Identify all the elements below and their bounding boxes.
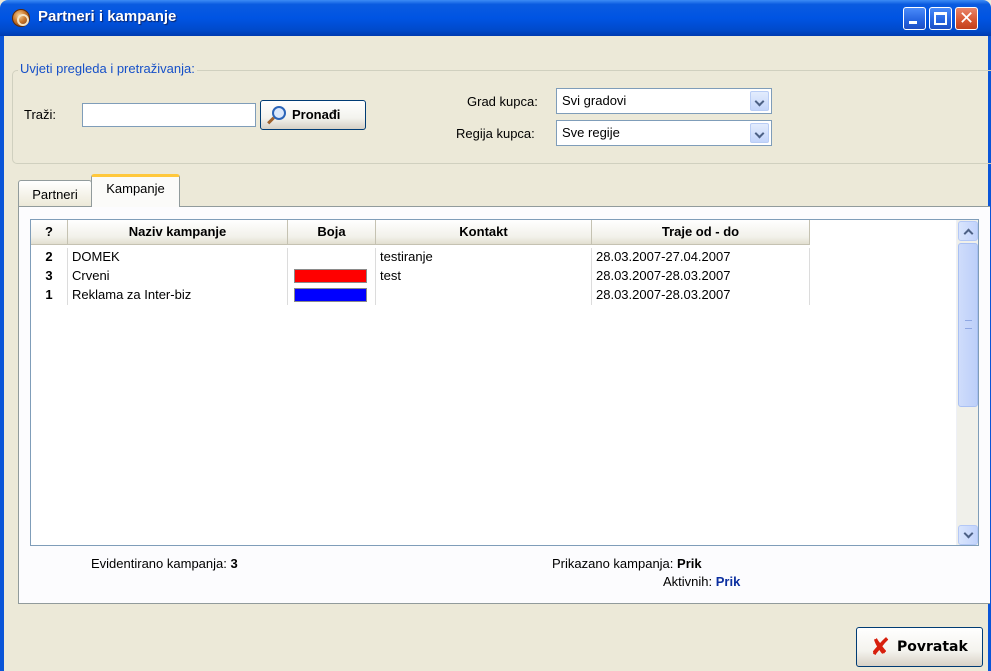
back-button[interactable]: ✘ Povratak (856, 627, 983, 667)
color-swatch (294, 288, 367, 302)
cell-period: 28.03.2007-28.03.2007 (592, 267, 810, 286)
city-label: Grad kupca: (467, 94, 538, 109)
cell-contact: test (376, 267, 592, 286)
active-value: Prik (715, 574, 741, 589)
region-select[interactable]: Sve regije (556, 120, 772, 146)
column-header-period[interactable]: Traje od - do (592, 220, 810, 245)
scroll-down-icon[interactable] (958, 525, 978, 545)
shown-label: Prikazano kampanja: (552, 556, 674, 571)
active-count: Aktivnih: Prik (663, 574, 740, 589)
shown-count: Prikazano kampanja: Prik (552, 556, 702, 571)
minimize-button[interactable] (903, 7, 926, 30)
find-button-label: Pronađi (292, 107, 341, 122)
search-input[interactable] (82, 103, 256, 127)
filter-group-legend: Uvjeti pregleda i pretraživanja: (18, 61, 197, 76)
cell-period: 28.03.2007-27.04.2007 (592, 248, 810, 267)
scroll-thumb[interactable] (958, 243, 978, 407)
cell-name: Crveni (68, 267, 288, 286)
chevron-down-icon[interactable] (750, 123, 769, 143)
region-select-value: Sve regije (562, 125, 620, 140)
table-row[interactable]: 2 DOMEK testiranje 28.03.2007-27.04.2007 (31, 248, 811, 267)
table-row[interactable]: 3 Crveni test 28.03.2007-28.03.2007 (31, 267, 811, 286)
window-border-left (0, 36, 4, 671)
scroll-up-icon[interactable] (958, 221, 978, 241)
cell-name: Reklama za Inter-biz (68, 286, 288, 305)
magnifier-icon (272, 106, 286, 120)
cell-period: 28.03.2007-28.03.2007 (592, 286, 810, 305)
cell-color (288, 267, 376, 286)
registered-value: 3 (230, 556, 238, 571)
city-select[interactable]: Svi gradovi (556, 88, 772, 114)
back-button-label: Povratak (897, 639, 968, 655)
close-icon: ✕ (959, 8, 975, 29)
minimize-icon (909, 21, 917, 24)
registered-label: Evidentirano kampanja: (91, 556, 227, 571)
column-header-id[interactable]: ? (31, 220, 68, 245)
title-bar[interactable]: Partneri i kampanje ✕ (0, 0, 991, 36)
column-header-name[interactable]: Naziv kampanje (68, 220, 288, 245)
cell-name: DOMEK (68, 248, 288, 267)
search-label: Traži: (24, 107, 57, 122)
shown-value: Prik (677, 556, 702, 571)
tab-partneri[interactable]: Partneri (18, 180, 92, 206)
maximize-button[interactable] (929, 7, 952, 30)
cell-contact: testiranje (376, 248, 592, 267)
grid-header: ? Naziv kampanje Boja Kontakt Traje od -… (31, 220, 811, 245)
cell-color (288, 248, 376, 267)
find-button[interactable]: Pronađi (260, 100, 366, 130)
cell-id: 2 (31, 248, 68, 267)
tab-kampanje[interactable]: Kampanje (91, 174, 180, 207)
vertical-scrollbar[interactable] (956, 220, 978, 545)
color-swatch (294, 269, 367, 283)
close-x-icon: ✘ (870, 633, 891, 661)
maximize-icon (934, 12, 947, 25)
active-label: Aktivnih: (663, 574, 713, 589)
registered-count: Evidentirano kampanja: 3 (91, 556, 238, 571)
table-row[interactable]: 1 Reklama za Inter-biz 28.03.2007-28.03.… (31, 286, 811, 305)
app-icon[interactable] (12, 9, 30, 27)
campaign-grid[interactable]: ? Naziv kampanje Boja Kontakt Traje od -… (30, 219, 979, 546)
column-header-color[interactable]: Boja (288, 220, 376, 245)
city-select-value: Svi gradovi (562, 93, 627, 108)
close-button[interactable]: ✕ (955, 7, 978, 30)
cell-color (288, 286, 376, 305)
region-label: Regija kupca: (456, 126, 535, 141)
cell-id: 3 (31, 267, 68, 286)
cell-id: 1 (31, 286, 68, 305)
column-header-contact[interactable]: Kontakt (376, 220, 592, 245)
window-title: Partneri i kampanje (38, 8, 177, 25)
cell-contact (376, 286, 592, 305)
chevron-down-icon[interactable] (750, 91, 769, 111)
